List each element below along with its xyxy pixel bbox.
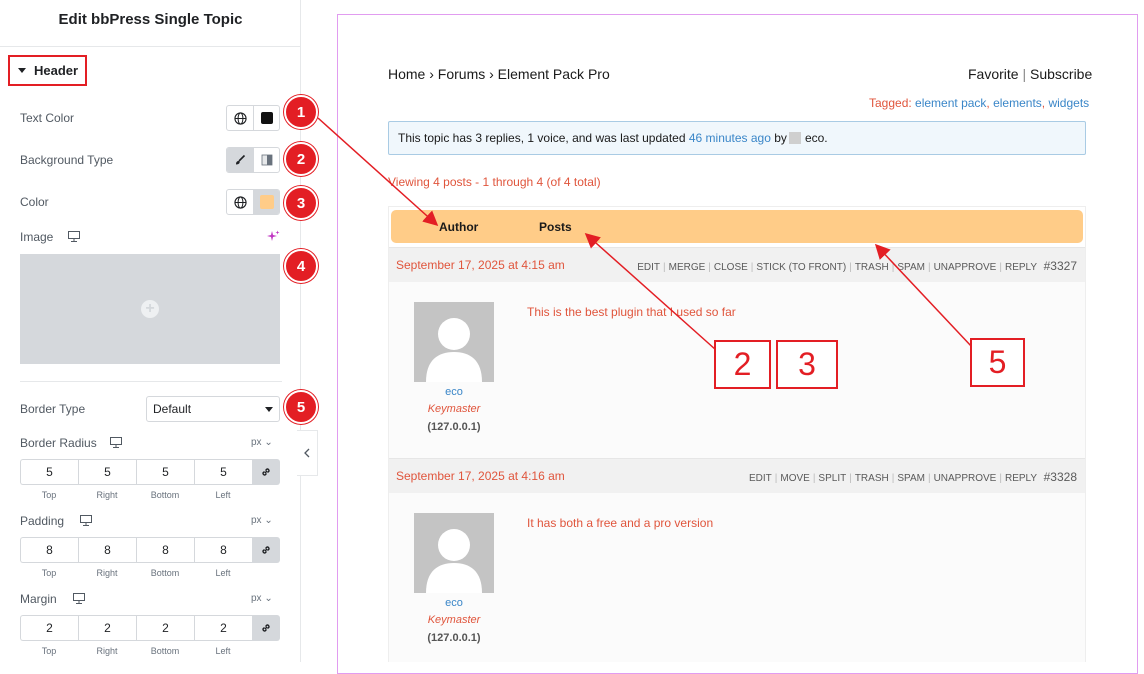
annotation-callout: 2 (714, 340, 771, 389)
annotation-badge: 4 (284, 249, 318, 283)
annotation-callout: 5 (970, 338, 1025, 387)
annotation-badge: 1 (284, 95, 318, 129)
annotation-badge: 3 (284, 186, 318, 220)
annotation-badge: 2 (284, 142, 318, 176)
annotation-badge: 5 (284, 390, 318, 424)
annotation-arrows (317, 117, 973, 351)
annotation-callout: 3 (776, 340, 838, 389)
